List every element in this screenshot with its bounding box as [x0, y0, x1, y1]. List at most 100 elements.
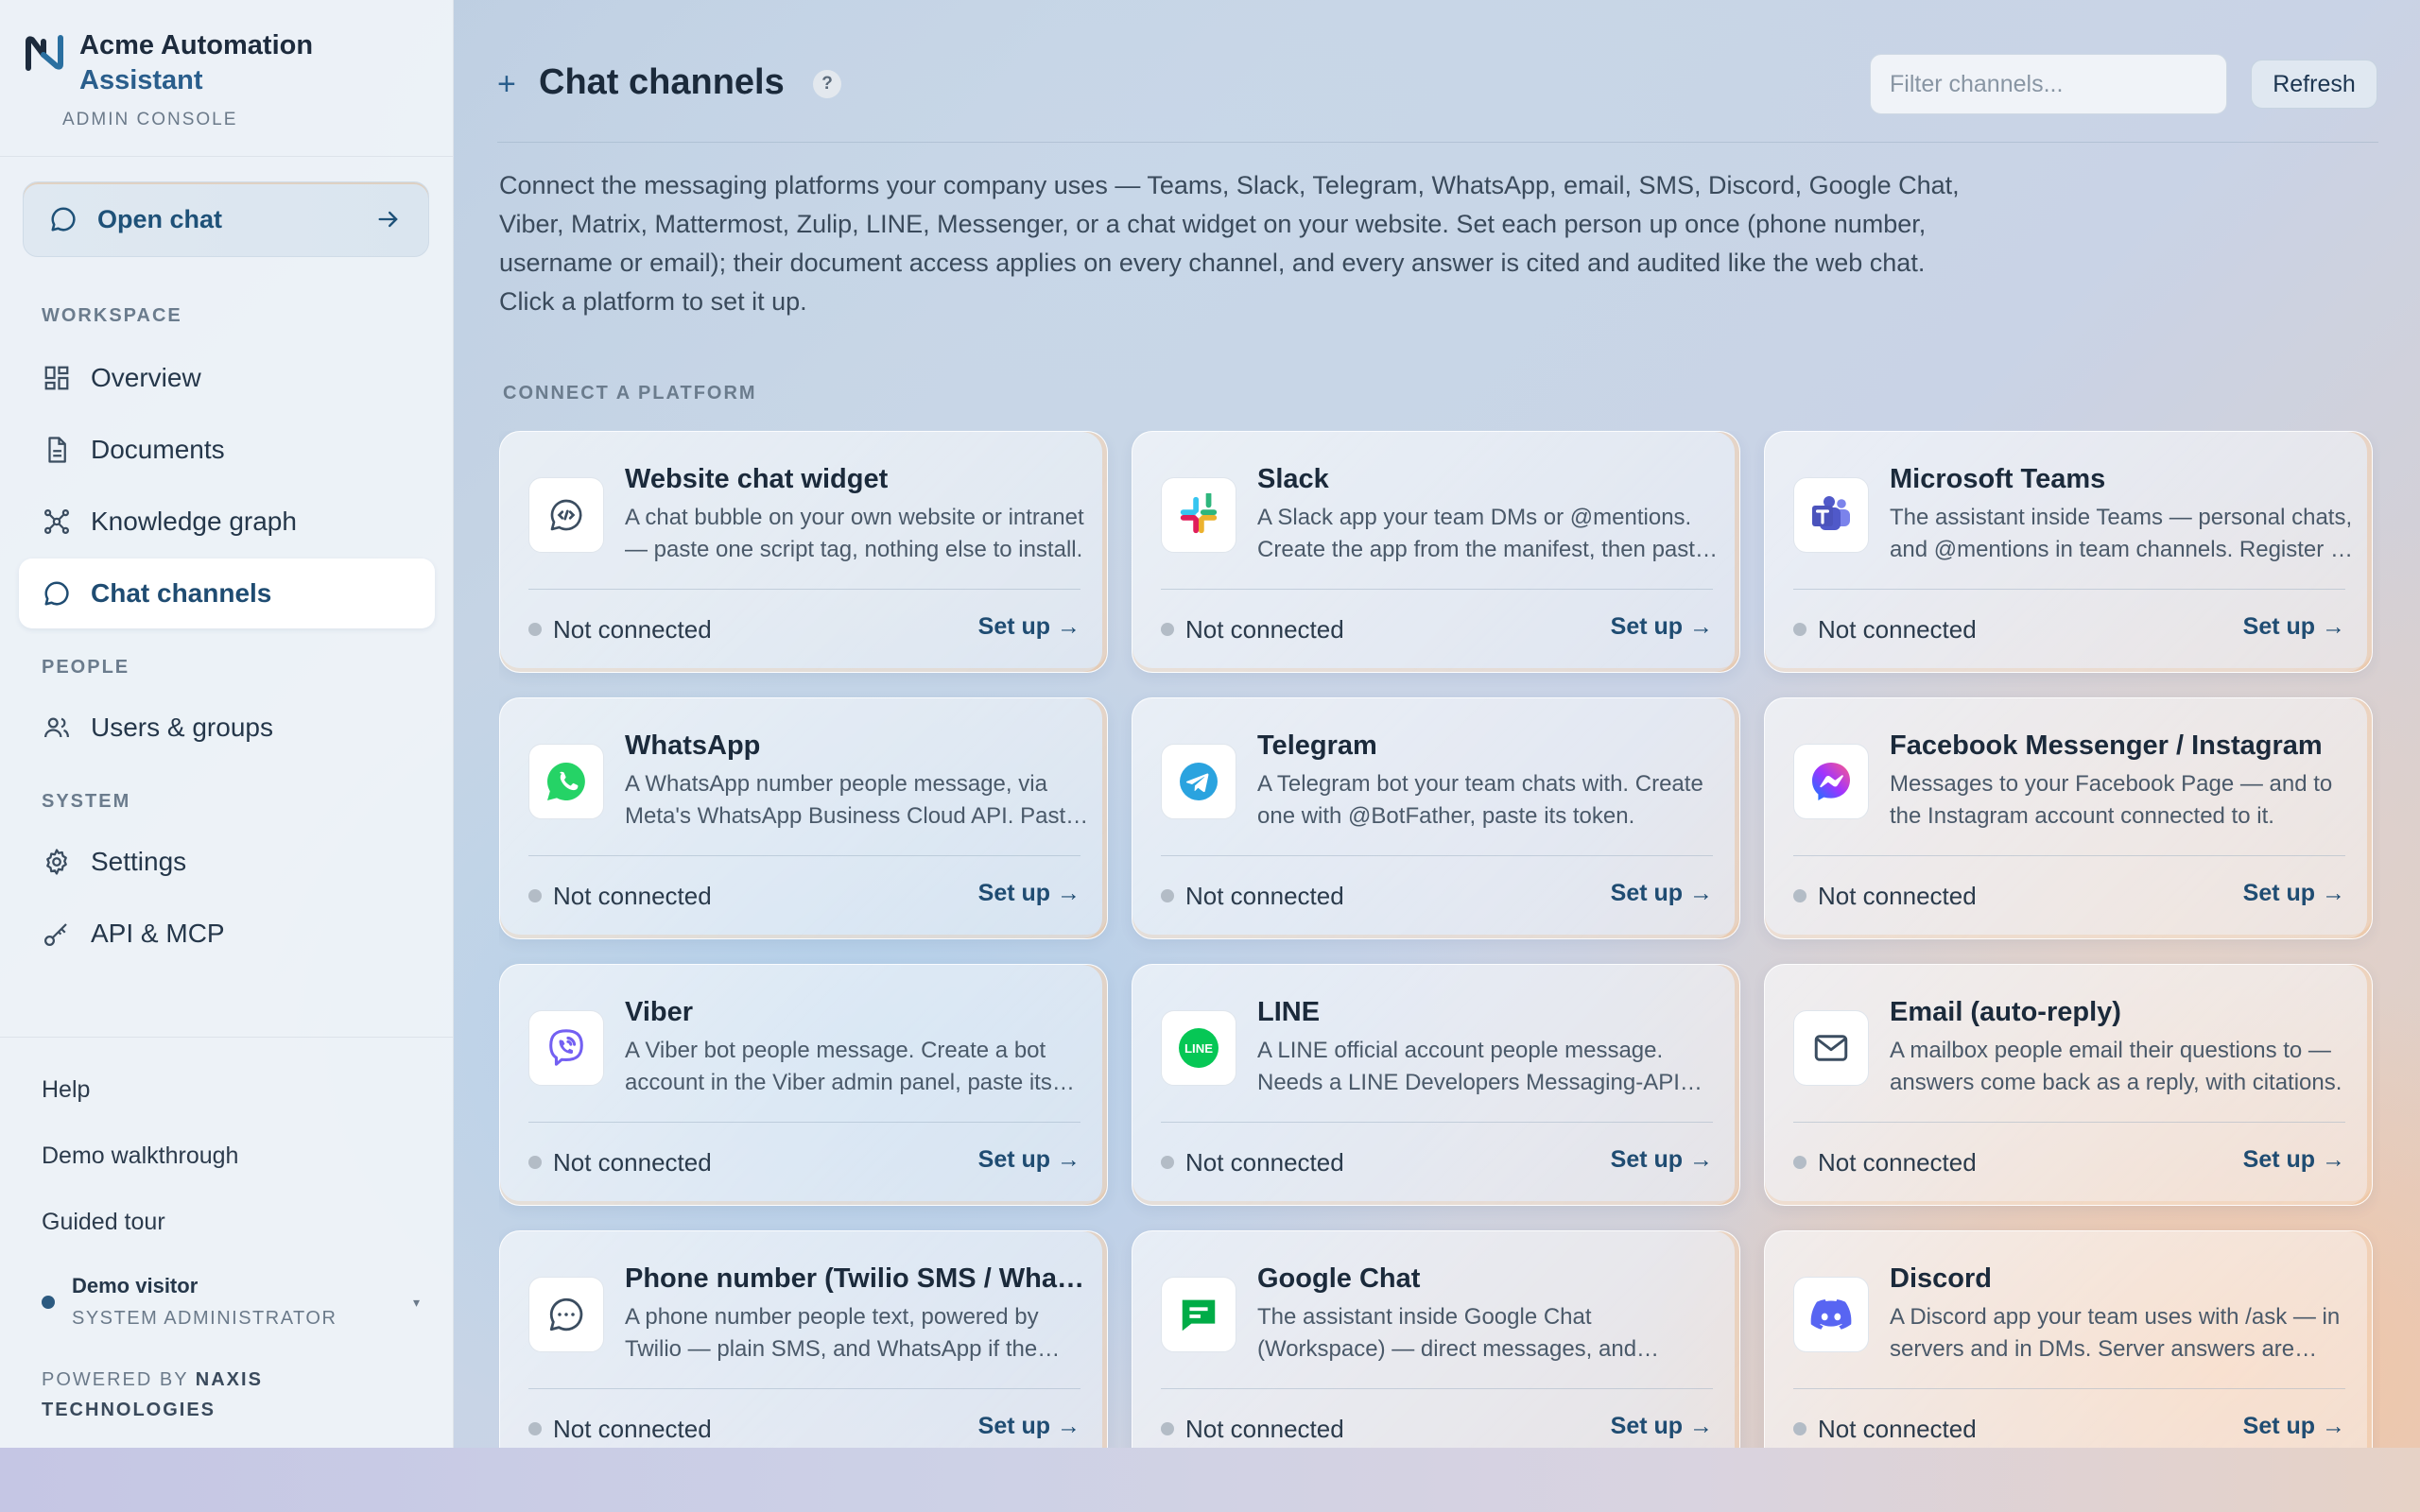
set-up-link[interactable]: Set up →: [2243, 613, 2345, 641]
channel-card[interactable]: Google Chat The assistant inside Google C…: [1132, 1230, 1740, 1448]
channel-card[interactable]: Discord A Discord app your team uses with…: [1764, 1230, 2373, 1448]
brand-subtitle: ADMIN CONSOLE: [62, 110, 238, 129]
status-dot: [528, 1156, 542, 1169]
open-chat-label: Open chat: [97, 204, 223, 233]
graph-icon: [42, 507, 72, 537]
set-up-link[interactable]: Set up →: [978, 880, 1080, 907]
set-up-link[interactable]: Set up →: [978, 613, 1080, 641]
users-icon: [42, 713, 72, 743]
sidebar-item-documents[interactable]: Documents: [19, 415, 435, 485]
sidebar-item-label: Knowledge graph: [91, 507, 297, 536]
channel-name: Website chat widget: [625, 464, 889, 494]
sidebar-item-api-mcp[interactable]: API & MCP: [19, 899, 435, 969]
channel-description: A Slack app your team DMs or @mentions. …: [1257, 505, 1708, 562]
sidebar-item-overview[interactable]: Overview: [19, 343, 435, 413]
channel-name: Slack: [1257, 464, 1329, 494]
divider: [528, 1122, 1080, 1123]
channel-name: Email (auto-reply): [1890, 997, 2121, 1027]
google-chat-icon: [1161, 1277, 1236, 1352]
sidebar-item-settings[interactable]: Settings: [19, 827, 435, 897]
set-up-link[interactable]: Set up →: [2243, 1413, 2345, 1440]
section-label-people: PEOPLE: [42, 657, 130, 678]
chat-bubble-icon: [48, 204, 78, 234]
channel-card[interactable]: WhatsApp A WhatsApp number people message…: [499, 697, 1108, 939]
sms-icon: [528, 1277, 604, 1352]
user-role: SYSTEM ADMINISTRATOR: [72, 1308, 337, 1329]
user-status-dot: [42, 1296, 55, 1309]
sidebar-item-users-groups[interactable]: Users & groups: [19, 693, 435, 763]
channel-card[interactable]: Slack A Slack app your team DMs or @menti…: [1132, 431, 1740, 673]
channel-card[interactable]: Website chat widget A chat bubble on your…: [499, 431, 1108, 673]
set-up-link[interactable]: Set up →: [2243, 880, 2345, 907]
channel-name: Facebook Messenger / Instagram: [1890, 730, 2323, 761]
channel-card[interactable]: Facebook Messenger / Instagram Messages t…: [1764, 697, 2373, 939]
status-dot: [1793, 889, 1806, 902]
help-link[interactable]: Help: [42, 1076, 90, 1104]
guided-tour-link[interactable]: Guided tour: [42, 1209, 165, 1236]
status-badge: Not connected: [1818, 1415, 1977, 1443]
teams-icon: [1793, 477, 1869, 553]
sidebar-item-knowledge-graph[interactable]: Knowledge graph: [19, 487, 435, 557]
channel-card[interactable]: Phone number (Twilio SMS / WhatsApp) A ph…: [499, 1230, 1108, 1448]
status-badge: Not connected: [1185, 1415, 1344, 1443]
set-up-link[interactable]: Set up →: [1611, 1413, 1713, 1440]
window-bottom-strip: [0, 1448, 2420, 1512]
channel-card[interactable]: Viber A Viber bot people message. Create …: [499, 964, 1108, 1206]
sidebar-item-label: Users & groups: [91, 713, 273, 742]
status-badge: Not connected: [553, 1148, 712, 1177]
filter-channels-input[interactable]: [1870, 54, 2227, 114]
channel-name: Google Chat: [1257, 1263, 1421, 1294]
divider: [528, 1388, 1080, 1389]
status-dot: [528, 1422, 542, 1435]
status-dot: [1161, 889, 1174, 902]
sidebar: Acme Automation Assistant ADMIN CONSOLE …: [0, 0, 454, 1448]
sidebar-item-chat-channels[interactable]: Chat channels: [19, 558, 435, 628]
channel-card[interactable]: Telegram A Telegram bot your team chats w…: [1132, 697, 1740, 939]
set-up-link[interactable]: Set up →: [978, 1413, 1080, 1440]
status-badge: Not connected: [1818, 615, 1977, 644]
open-chat-button[interactable]: Open chat: [23, 181, 429, 257]
sidebar-item-label: Overview: [91, 363, 201, 392]
status-badge: Not connected: [553, 882, 712, 910]
mail-icon: [1793, 1010, 1869, 1086]
help-icon[interactable]: ?: [813, 70, 841, 98]
main-content: + Chat channels ? Refresh Connect the me…: [454, 0, 2420, 1448]
document-icon: [42, 435, 72, 465]
set-up-link[interactable]: Set up →: [978, 1146, 1080, 1174]
set-up-link[interactable]: Set up →: [1611, 1146, 1713, 1174]
channel-grid: Website chat widget A chat bubble on your…: [499, 431, 2380, 1448]
divider: [1161, 855, 1713, 856]
set-up-link[interactable]: Set up →: [1611, 613, 1713, 641]
status-badge: Not connected: [1818, 882, 1977, 910]
set-up-link[interactable]: Set up →: [2243, 1146, 2345, 1174]
channel-name: Microsoft Teams: [1890, 464, 2106, 494]
status-badge: Not connected: [1185, 882, 1344, 910]
intro-text: Connect the messaging platforms your com…: [499, 171, 1960, 316]
powered-by: POWERED BY NAXIS TECHNOLOGIES: [42, 1365, 420, 1425]
refresh-button[interactable]: Refresh: [2251, 60, 2377, 109]
divider: [1793, 855, 2345, 856]
section-label-system: SYSTEM: [42, 791, 131, 812]
channel-name: Phone number (Twilio SMS / WhatsApp): [625, 1263, 1088, 1294]
divider: [528, 589, 1080, 590]
channel-card[interactable]: Microsoft Teams The assistant inside Team…: [1764, 431, 2373, 673]
status-dot: [1793, 623, 1806, 636]
divider: [1793, 1388, 2345, 1389]
user-menu[interactable]: Demo visitor SYSTEM ADMINISTRATOR ▾: [42, 1270, 420, 1334]
section-label-connect: CONNECT A PLATFORM: [503, 383, 757, 404]
channel-name: WhatsApp: [625, 730, 761, 761]
viber-icon: [528, 1010, 604, 1086]
status-dot: [528, 623, 542, 636]
status-dot: [1161, 1422, 1174, 1435]
chat-icon: [42, 578, 72, 609]
channel-description: A WhatsApp number people message, via Me…: [625, 771, 1079, 829]
channel-card[interactable]: Email (auto-reply) A mailbox people email…: [1764, 964, 2373, 1206]
line-icon: LINE: [1161, 1010, 1236, 1086]
demo-walkthrough-link[interactable]: Demo walkthrough: [42, 1143, 238, 1170]
channel-name: Viber: [625, 997, 694, 1027]
set-up-link[interactable]: Set up →: [1611, 880, 1713, 907]
powered-by-prefix: POWERED BY: [42, 1369, 189, 1390]
whatsapp-icon: [528, 744, 604, 819]
plus-icon[interactable]: +: [497, 66, 516, 103]
channel-card[interactable]: LINE LINE A LINE official account people m…: [1132, 964, 1740, 1206]
